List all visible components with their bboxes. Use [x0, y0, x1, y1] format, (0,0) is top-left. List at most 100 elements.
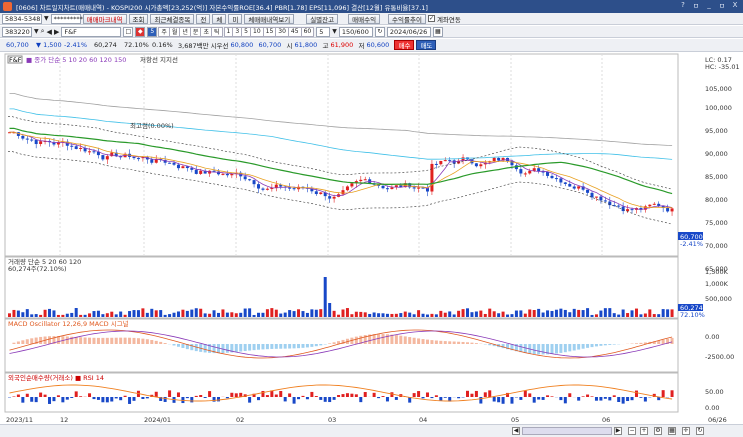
interval-60[interactable]: 60: [300, 26, 315, 37]
search-icon[interactable]: ⌕: [41, 27, 45, 36]
all-button[interactable]: 전: [196, 13, 211, 24]
volume-value-label: 60,274주(72.10%): [8, 265, 67, 273]
query-button[interactable]: 조회: [128, 13, 149, 24]
stock-name-field[interactable]: F&F: [61, 26, 122, 37]
interval-45[interactable]: 45: [287, 26, 302, 37]
real-balance-button[interactable]: 실별잔고: [306, 13, 339, 24]
lock-icon[interactable]: □: [123, 26, 134, 37]
volume-bar: [301, 311, 305, 317]
interval-10[interactable]: 10: [250, 26, 264, 37]
count-field[interactable]: 150/600: [338, 26, 373, 37]
close-icon[interactable]: X: [730, 1, 740, 11]
chart-svg[interactable]: 105,000 100,000 95,000 90,000 85,000 80,…: [0, 52, 743, 424]
next-stock-icon[interactable]: ▶: [54, 28, 59, 36]
current-pct-label: -2.41%: [680, 240, 703, 248]
window-controls: ? ㅁ _ ㅁ X: [678, 1, 740, 11]
volume-bar: [470, 312, 474, 317]
scroll-right-icon[interactable]: ▶: [614, 427, 622, 435]
prev-stock-icon[interactable]: ◀: [47, 28, 52, 36]
zoom-in-icon[interactable]: +: [640, 427, 648, 435]
volume-bar: [8, 313, 11, 317]
bottom-scrollbar[interactable]: ◀ ▶ − + ⚙ ▦ ✛ ↻: [0, 424, 743, 437]
foreign-bar: [194, 395, 198, 397]
volume-bar: [337, 314, 341, 317]
candle-body: [176, 164, 180, 169]
period-selector: 주 월 년 분 초 틱: [158, 26, 223, 37]
scroll-track[interactable]: [522, 427, 612, 435]
period-button[interactable]: 5: [147, 26, 158, 37]
foreign-bar: [417, 391, 421, 397]
trade-profit-button[interactable]: 매매수익: [348, 13, 381, 24]
foreign-bar: [617, 397, 621, 403]
refresh-chart-icon[interactable]: ↻: [696, 427, 704, 435]
foreign-bar: [261, 390, 265, 397]
foreign-bar: [332, 397, 336, 400]
calendar-icon[interactable]: ▦: [432, 26, 443, 37]
refresh-icon[interactable]: ↻: [374, 26, 385, 37]
filled-button[interactable]: 체: [212, 13, 227, 24]
scroll-left-icon[interactable]: ◀: [512, 427, 520, 435]
candle-body: [328, 196, 332, 199]
candle-body: [212, 170, 216, 172]
date-field[interactable]: 2024/06/26: [386, 26, 431, 37]
interval-15[interactable]: 15: [262, 26, 277, 37]
macd-bar: [314, 344, 318, 347]
macd-bar: [417, 338, 421, 344]
help-icon[interactable]: ?: [678, 1, 688, 11]
foreign-bar: [145, 397, 149, 399]
buy-button[interactable]: 매수: [394, 40, 415, 50]
restore-icon[interactable]: ㅁ: [691, 1, 701, 11]
query-label: 조회: [132, 15, 145, 24]
recent-stock-button[interactable]: 최근체결종목: [150, 13, 195, 24]
foreign-bar: [101, 397, 105, 403]
unfilled-button[interactable]: 미: [228, 13, 243, 24]
account-link-checkbox[interactable]: ✓: [427, 15, 435, 22]
candle-body: [554, 178, 558, 180]
crosshair-icon[interactable]: ✛: [682, 427, 690, 435]
candle-body: [519, 169, 523, 174]
foreign-bar: [661, 390, 665, 397]
volume-bar: [319, 309, 323, 317]
volume-bar: [443, 312, 447, 317]
interval-input[interactable]: 5: [316, 26, 331, 37]
foreign-bar: [341, 394, 345, 397]
trade-view-button[interactable]: 체매매내역보기: [244, 13, 295, 24]
volume-bar: [368, 313, 372, 317]
period-tick[interactable]: 틱: [210, 26, 223, 37]
macd-bar: [661, 339, 665, 344]
volume-bar: [568, 312, 572, 317]
grid-icon[interactable]: ▦: [668, 427, 676, 435]
maximize-icon[interactable]: ㅁ: [717, 1, 727, 11]
interval-dropdown-icon[interactable]: ▼: [332, 28, 337, 35]
stock-dropdown-icon[interactable]: ▼: [34, 28, 39, 35]
minimize-icon[interactable]: _: [704, 1, 714, 11]
settings-icon[interactable]: ⚙: [654, 427, 662, 435]
stock-code-field[interactable]: 383220: [2, 26, 32, 37]
candle-body: [341, 190, 345, 195]
volume-bar: [52, 310, 56, 317]
foreign-bar: [225, 397, 229, 399]
price-tick: 85,000: [705, 173, 728, 181]
account-dropdown-icon[interactable]: ▼: [44, 15, 49, 22]
chart-area[interactable]: 105,000 100,000 95,000 90,000 85,000 80,…: [0, 52, 743, 424]
volume-bar: [617, 314, 621, 317]
zoom-out-icon[interactable]: −: [628, 427, 636, 435]
volume-bar: [430, 313, 434, 317]
password-field[interactable]: *********: [50, 13, 83, 24]
volume-bar: [105, 313, 109, 317]
chart-type-button[interactable]: ◆: [135, 26, 146, 37]
interval-30[interactable]: 30: [275, 26, 289, 37]
foreign-bar: [345, 393, 349, 397]
account-number-field[interactable]: 5834-5348: [2, 13, 42, 24]
trade-mark-button[interactable]: 매매마크내역: [82, 13, 127, 24]
profit-rate-button[interactable]: 수익률추이: [388, 13, 426, 24]
macd-bar: [408, 337, 412, 344]
candle-body: [474, 163, 478, 167]
volume-bar: [581, 310, 585, 317]
stock-code-value: 383220: [5, 27, 30, 36]
macd-bar: [234, 344, 238, 352]
candle-body: [559, 178, 563, 183]
volume-bar: [74, 308, 78, 317]
sell-button[interactable]: 매도: [416, 40, 437, 50]
volume-bar: [79, 314, 83, 317]
